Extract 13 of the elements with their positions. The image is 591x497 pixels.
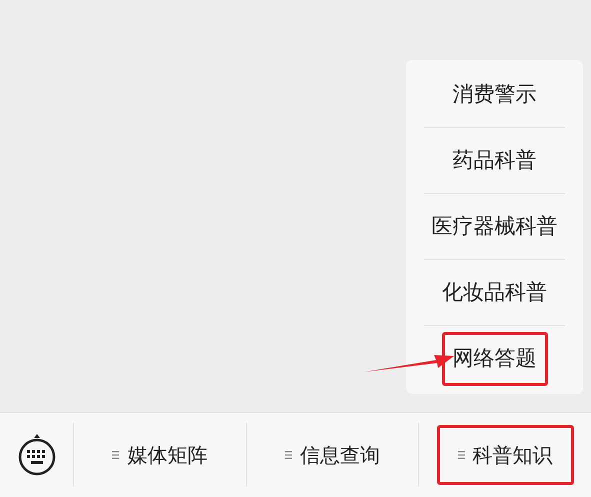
submenu-item[interactable]: 药品科普: [442, 134, 548, 188]
menu-tab[interactable]: 科普知识: [436, 425, 574, 485]
menu-lines-icon: [112, 451, 120, 459]
menu-tab[interactable]: 信息查询: [264, 425, 401, 485]
submenu-item[interactable]: 化妆品科普: [431, 266, 558, 320]
arrow-icon: [364, 352, 456, 374]
submenu-item[interactable]: 医疗器械科普: [420, 200, 568, 254]
menu-lines-icon: [458, 451, 465, 459]
menu-tab[interactable]: 媒体矩阵: [91, 425, 228, 485]
menu-lines-icon: [285, 451, 292, 459]
submenu-item[interactable]: 网络答题: [442, 332, 548, 386]
submenu-item[interactable]: 消费警示: [442, 68, 548, 122]
keyboard-icon[interactable]: [16, 433, 56, 477]
